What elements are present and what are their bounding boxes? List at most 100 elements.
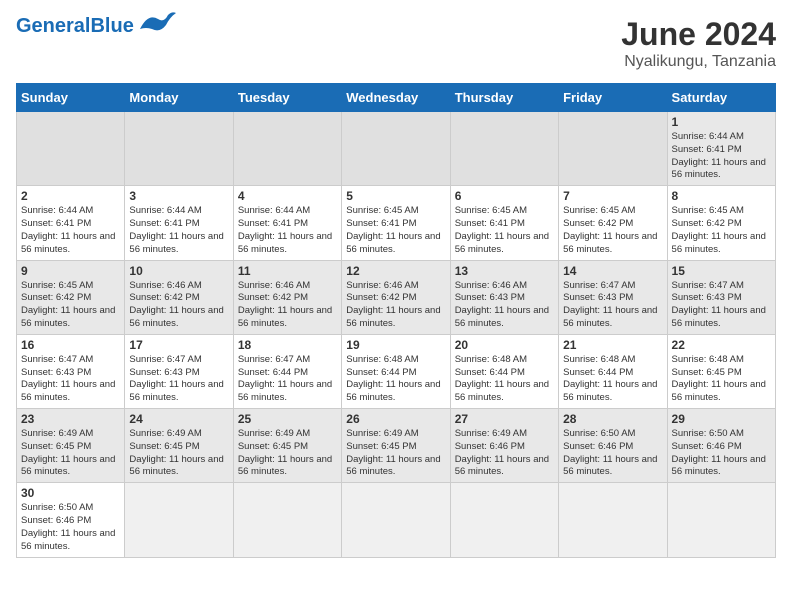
calendar-week-row: 2 Sunrise: 6:44 AMSunset: 6:41 PMDaylight… <box>17 186 776 260</box>
calendar-cell: 1 Sunrise: 6:44 AMSunset: 6:41 PMDaylight… <box>667 112 775 186</box>
day-info: Sunrise: 6:44 AMSunset: 6:41 PMDaylight:… <box>672 131 771 182</box>
calendar-header-row: SundayMondayTuesdayWednesdayThursdayFrid… <box>17 84 776 112</box>
day-number: 16 <box>21 338 120 352</box>
day-info: Sunrise: 6:45 AMSunset: 6:41 PMDaylight:… <box>346 205 445 256</box>
calendar-cell <box>233 483 341 557</box>
logo: GeneralBlue <box>16 16 176 36</box>
day-info: Sunrise: 6:47 AMSunset: 6:43 PMDaylight:… <box>21 354 120 405</box>
calendar-cell: 3 Sunrise: 6:44 AMSunset: 6:41 PMDaylight… <box>125 186 233 260</box>
day-info: Sunrise: 6:49 AMSunset: 6:45 PMDaylight:… <box>238 428 337 479</box>
day-info: Sunrise: 6:48 AMSunset: 6:44 PMDaylight:… <box>346 354 445 405</box>
day-number: 7 <box>563 189 662 203</box>
calendar-cell: 28Sunrise: 6:50 AMSunset: 6:46 PMDayligh… <box>559 409 667 483</box>
calendar-cell: 24Sunrise: 6:49 AMSunset: 6:45 PMDayligh… <box>125 409 233 483</box>
calendar-cell: 9 Sunrise: 6:45 AMSunset: 6:42 PMDaylight… <box>17 260 125 334</box>
day-info: Sunrise: 6:44 AMSunset: 6:41 PMDaylight:… <box>238 205 337 256</box>
logo-blue: Blue <box>90 15 133 37</box>
day-number: 17 <box>129 338 228 352</box>
calendar-cell <box>342 483 450 557</box>
calendar-week-row: 16 Sunrise: 6:47 AMSunset: 6:43 PMDayligh… <box>17 334 776 408</box>
day-info: Sunrise: 6:47 AMSunset: 6:43 PMDaylight:… <box>563 280 662 331</box>
day-info: Sunrise: 6:46 AMSunset: 6:42 PMDaylight:… <box>238 280 337 331</box>
day-number: 4 <box>238 189 337 203</box>
calendar-week-row: 30 Sunrise: 6:50 AMSunset: 6:46 PMDayligh… <box>17 483 776 557</box>
calendar-cell: 4 Sunrise: 6:44 AMSunset: 6:41 PMDaylight… <box>233 186 341 260</box>
calendar-cell: 10 Sunrise: 6:46 AMSunset: 6:42 PMDayligh… <box>125 260 233 334</box>
calendar-cell <box>450 483 558 557</box>
calendar-table: SundayMondayTuesdayWednesdayThursdayFrid… <box>16 83 776 558</box>
calendar-cell: 8Sunrise: 6:45 AMSunset: 6:42 PMDaylight… <box>667 186 775 260</box>
day-info: Sunrise: 6:48 AMSunset: 6:44 PMDaylight:… <box>455 354 554 405</box>
day-number: 29 <box>672 412 771 426</box>
calendar-cell: 29 Sunrise: 6:50 AMSunset: 6:46 PMDayligh… <box>667 409 775 483</box>
calendar-cell: 16 Sunrise: 6:47 AMSunset: 6:43 PMDayligh… <box>17 334 125 408</box>
calendar-cell: 15 Sunrise: 6:47 AMSunset: 6:43 PMDayligh… <box>667 260 775 334</box>
calendar-cell: 2 Sunrise: 6:44 AMSunset: 6:41 PMDaylight… <box>17 186 125 260</box>
day-number: 21 <box>563 338 662 352</box>
day-number: 6 <box>455 189 554 203</box>
calendar-cell <box>233 112 341 186</box>
day-info: Sunrise: 6:48 AMSunset: 6:44 PMDaylight:… <box>563 354 662 405</box>
day-number: 25 <box>238 412 337 426</box>
logo-text: GeneralBlue <box>16 16 134 36</box>
day-number: 23 <box>21 412 120 426</box>
calendar-cell: 30 Sunrise: 6:50 AMSunset: 6:46 PMDayligh… <box>17 483 125 557</box>
day-info: Sunrise: 6:45 AMSunset: 6:41 PMDaylight:… <box>455 205 554 256</box>
day-info: Sunrise: 6:46 AMSunset: 6:43 PMDaylight:… <box>455 280 554 331</box>
calendar-cell <box>342 112 450 186</box>
day-number: 28 <box>563 412 662 426</box>
calendar-cell: 23Sunrise: 6:49 AMSunset: 6:45 PMDayligh… <box>17 409 125 483</box>
day-info: Sunrise: 6:45 AMSunset: 6:42 PMDaylight:… <box>563 205 662 256</box>
title-block: June 2024 Nyalikungu, Tanzania <box>621 16 776 71</box>
col-header-sunday: Sunday <box>17 84 125 112</box>
day-number: 9 <box>21 264 120 278</box>
day-number: 18 <box>238 338 337 352</box>
day-info: Sunrise: 6:50 AMSunset: 6:46 PMDaylight:… <box>21 502 120 553</box>
day-number: 3 <box>129 189 228 203</box>
col-header-saturday: Saturday <box>667 84 775 112</box>
day-number: 30 <box>21 486 120 500</box>
day-info: Sunrise: 6:47 AMSunset: 6:43 PMDaylight:… <box>672 280 771 331</box>
day-number: 13 <box>455 264 554 278</box>
day-number: 10 <box>129 264 228 278</box>
day-number: 11 <box>238 264 337 278</box>
calendar-cell <box>17 112 125 186</box>
day-info: Sunrise: 6:48 AMSunset: 6:45 PMDaylight:… <box>672 354 771 405</box>
col-header-friday: Friday <box>559 84 667 112</box>
calendar-week-row: 23 Sunrise: 6:49 AMSunset: 6:45 PMDayligh… <box>17 409 776 483</box>
calendar-cell: 20 Sunrise: 6:48 AMSunset: 6:44 PMDayligh… <box>450 334 558 408</box>
calendar-cell: 11 Sunrise: 6:46 AMSunset: 6:42 PMDayligh… <box>233 260 341 334</box>
calendar-cell: 27Sunrise: 6:49 AMSunset: 6:46 PMDayligh… <box>450 409 558 483</box>
calendar-cell: 18Sunrise: 6:47 AMSunset: 6:44 PMDayligh… <box>233 334 341 408</box>
day-info: Sunrise: 6:46 AMSunset: 6:42 PMDaylight:… <box>346 280 445 331</box>
day-info: Sunrise: 6:49 AMSunset: 6:45 PMDaylight:… <box>129 428 228 479</box>
calendar-cell <box>450 112 558 186</box>
calendar-cell <box>559 112 667 186</box>
col-header-monday: Monday <box>125 84 233 112</box>
calendar-title: June 2024 <box>621 16 776 53</box>
day-number: 22 <box>672 338 771 352</box>
day-number: 1 <box>672 115 771 129</box>
day-number: 2 <box>21 189 120 203</box>
day-number: 15 <box>672 264 771 278</box>
day-number: 20 <box>455 338 554 352</box>
day-info: Sunrise: 6:44 AMSunset: 6:41 PMDaylight:… <box>21 205 120 256</box>
day-info: Sunrise: 6:50 AMSunset: 6:46 PMDaylight:… <box>672 428 771 479</box>
calendar-cell: 12Sunrise: 6:46 AMSunset: 6:42 PMDayligh… <box>342 260 450 334</box>
day-number: 5 <box>346 189 445 203</box>
day-info: Sunrise: 6:45 AMSunset: 6:42 PMDaylight:… <box>21 280 120 331</box>
calendar-cell: 6 Sunrise: 6:45 AMSunset: 6:41 PMDaylight… <box>450 186 558 260</box>
day-info: Sunrise: 6:44 AMSunset: 6:41 PMDaylight:… <box>129 205 228 256</box>
calendar-cell: 17Sunrise: 6:47 AMSunset: 6:43 PMDayligh… <box>125 334 233 408</box>
calendar-cell: 22 Sunrise: 6:48 AMSunset: 6:45 PMDayligh… <box>667 334 775 408</box>
day-info: Sunrise: 6:46 AMSunset: 6:42 PMDaylight:… <box>129 280 228 331</box>
col-header-thursday: Thursday <box>450 84 558 112</box>
day-number: 27 <box>455 412 554 426</box>
day-number: 19 <box>346 338 445 352</box>
col-header-tuesday: Tuesday <box>233 84 341 112</box>
day-number: 8 <box>672 189 771 203</box>
calendar-cell: 7 Sunrise: 6:45 AMSunset: 6:42 PMDaylight… <box>559 186 667 260</box>
calendar-cell: 25 Sunrise: 6:49 AMSunset: 6:45 PMDayligh… <box>233 409 341 483</box>
logo-general: General <box>16 15 90 37</box>
calendar-subtitle: Nyalikungu, Tanzania <box>621 53 776 71</box>
